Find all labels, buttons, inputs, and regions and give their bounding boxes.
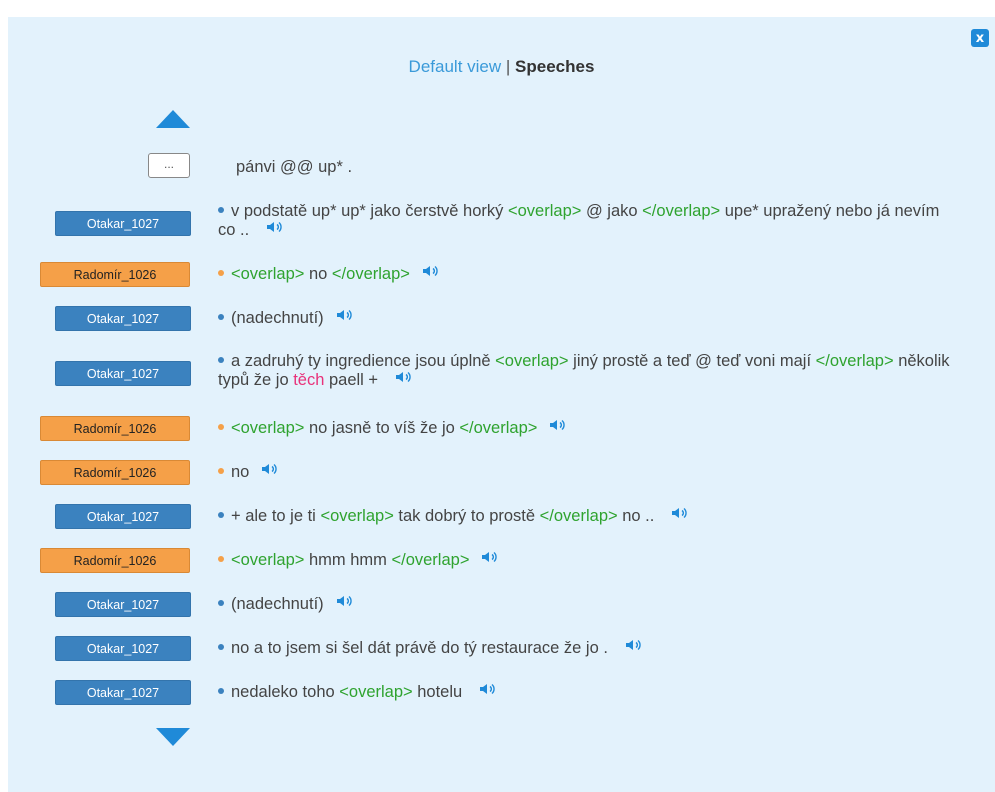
speeches-view-label: Speeches <box>515 57 595 76</box>
speech-text: no <box>218 463 953 482</box>
close-button[interactable]: x <box>971 29 989 47</box>
speaker-dot-icon <box>218 206 224 213</box>
overlap-tag: </overlap> <box>815 352 894 370</box>
speaker-badge[interactable]: Otakar_1027 <box>55 592 191 617</box>
speaker-badge[interactable]: Otakar_1027 <box>55 636 191 661</box>
speaker-badge[interactable]: Otakar_1027 <box>55 210 191 236</box>
scroll-down-arrow-icon[interactable] <box>156 728 190 746</box>
speaker-badge[interactable]: Otakar_1027 <box>55 680 191 705</box>
speaker-dot-icon <box>218 599 224 606</box>
highlighted-word: těch <box>293 371 325 389</box>
speaker-dot-icon <box>218 687 224 694</box>
speech-segment: no a to jsem si šel dát právě do tý rest… <box>231 639 613 657</box>
speech-text: no a to jsem si šel dát právě do tý rest… <box>218 639 953 658</box>
speaker-badge[interactable]: Otakar_1027 <box>55 504 191 529</box>
view-switch: Default view | Speeches <box>8 57 995 77</box>
play-audio-icon[interactable] <box>481 550 499 569</box>
speech-text: (nadechnutí) <box>218 595 953 614</box>
overlap-tag: </overlap> <box>539 507 618 525</box>
speech-row: Otakar_1027 + ale to je ti <overlap> tak … <box>8 504 995 529</box>
speech-row: Radomír_1026 no <box>8 460 995 485</box>
speech-segment: a zadruhý ty ingredience jsou úplně <box>231 352 496 370</box>
speaker-dot-icon <box>218 555 224 562</box>
speech-segment: (nadechnutí) <box>231 309 324 327</box>
speeches-panel: x Default view | Speeches ... pánvi @@ u… <box>8 17 995 792</box>
speech-segment: jiný prostě a teď @ teď voni mají <box>568 352 816 370</box>
default-view-link[interactable]: Default view <box>409 57 502 76</box>
play-audio-icon[interactable] <box>261 462 279 481</box>
speaker-dot-icon <box>218 356 224 363</box>
speaker-dot-icon <box>218 313 224 320</box>
speech-text: <overlap> hmm hmm </overlap> <box>218 551 953 570</box>
overlap-tag: <overlap> <box>231 265 305 283</box>
speech-segment: + ale to je ti <box>231 507 321 525</box>
speaker-dot-icon <box>218 423 224 430</box>
speaker-badge[interactable]: Otakar_1027 <box>55 360 191 386</box>
play-audio-icon[interactable] <box>395 370 413 389</box>
speech-text: a zadruhý ty ingredience jsou úplně <ove… <box>218 352 953 390</box>
speech-segment: hmm hmm <box>304 551 392 569</box>
overlap-tag: <overlap> <box>339 683 413 701</box>
play-audio-icon[interactable] <box>336 308 354 327</box>
speech-text: (nadechnutí) <box>218 309 953 328</box>
overlap-tag: </overlap> <box>331 265 410 283</box>
context-button[interactable]: ... <box>148 153 190 178</box>
overlap-tag: <overlap> <box>508 202 582 220</box>
speech-segment: no jasně to víš že jo <box>304 419 460 437</box>
speech-segment: tak dobrý to prostě <box>393 507 540 525</box>
play-audio-icon[interactable] <box>336 594 354 613</box>
scroll-up-arrow-icon[interactable] <box>156 110 190 128</box>
overlap-tag: </overlap> <box>459 419 538 437</box>
speech-segment: (nadechnutí) <box>231 595 324 613</box>
play-audio-icon[interactable] <box>422 264 440 283</box>
view-separator: | <box>505 57 511 76</box>
speech-segment: hotelu <box>412 683 467 701</box>
speaker-dot-icon <box>218 269 224 276</box>
context-text: pánvi @@ up* . <box>236 158 353 176</box>
speaker-badge[interactable]: Radomír_1026 <box>40 416 190 441</box>
speech-text: <overlap> no </overlap> <box>218 265 953 284</box>
speech-segment: no <box>304 265 332 283</box>
speech-row: Otakar_1027 (nadechnutí) <box>8 306 995 331</box>
speaker-dot-icon <box>218 511 224 518</box>
speech-row: Radomír_1026 <overlap> no jasně to víš že… <box>8 416 995 441</box>
speech-segment: no <box>231 463 250 481</box>
overlap-tag: </overlap> <box>391 551 470 569</box>
play-audio-icon[interactable] <box>266 220 284 239</box>
speech-segment: nedaleko toho <box>231 683 340 701</box>
speaker-dot-icon <box>218 643 224 650</box>
speech-text: nedaleko toho <overlap> hotelu <box>218 683 953 702</box>
speaker-badge[interactable]: Radomír_1026 <box>40 262 190 287</box>
speech-row: Otakar_1027 a zadruhý ty ingredience jsou… <box>8 350 995 396</box>
speech-row: Radomír_1026 <overlap> no </overlap> <box>8 262 995 287</box>
overlap-tag: <overlap> <box>231 419 305 437</box>
speech-row: Otakar_1027 no a to jsem si šel dát právě… <box>8 636 995 661</box>
play-audio-icon[interactable] <box>479 682 497 701</box>
overlap-tag: <overlap> <box>231 551 305 569</box>
speaker-badge[interactable]: Otakar_1027 <box>55 306 191 331</box>
speech-row: Otakar_1027 (nadechnutí) <box>8 592 995 617</box>
overlap-tag: <overlap> <box>320 507 394 525</box>
speech-text: <overlap> no jasně to víš že jo </overla… <box>218 419 953 438</box>
speech-segment: v podstatě up* up* jako čerstvě horký <box>231 202 508 220</box>
speech-text: + ale to je ti <overlap> tak dobrý to pr… <box>218 507 953 526</box>
speaker-badge[interactable]: Radomír_1026 <box>40 548 190 573</box>
speech-row: Otakar_1027 v podstatě up* up* jako čerst… <box>8 200 995 246</box>
play-audio-icon[interactable] <box>671 506 689 525</box>
speaker-dot-icon <box>218 467 224 474</box>
context-row: ... pánvi @@ up* . <box>8 150 995 180</box>
speech-text: v podstatě up* up* jako čerstvě horký <o… <box>218 202 953 240</box>
overlap-tag: </overlap> <box>642 202 721 220</box>
overlap-tag: <overlap> <box>495 352 569 370</box>
speaker-badge[interactable]: Radomír_1026 <box>40 460 190 485</box>
speech-row: Radomír_1026 <overlap> hmm hmm </overlap> <box>8 548 995 573</box>
play-audio-icon[interactable] <box>625 638 643 657</box>
speech-segment: @ jako <box>581 202 643 220</box>
speech-row: Otakar_1027 nedaleko toho <overlap> hotel… <box>8 680 995 705</box>
play-audio-icon[interactable] <box>549 418 567 437</box>
speech-segment: paell + <box>324 371 383 389</box>
speech-segment: no .. <box>617 507 659 525</box>
